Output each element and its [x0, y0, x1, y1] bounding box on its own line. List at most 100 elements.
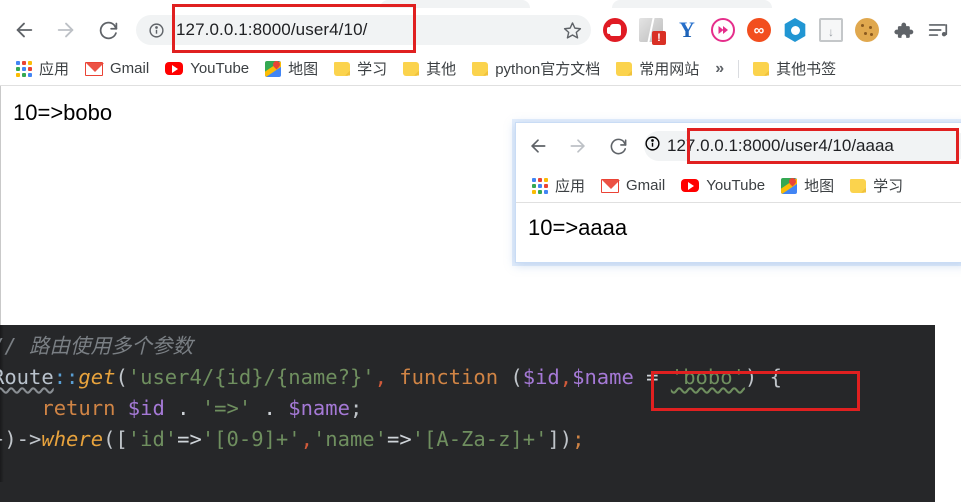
- browser-tab-active[interactable]: [612, 0, 772, 8]
- arrow-left-icon: [528, 136, 548, 156]
- code-token: ([: [103, 427, 128, 451]
- bookmark-label: YouTube: [190, 60, 250, 77]
- code-token: Route: [0, 365, 54, 389]
- code-editor-panel[interactable]: // 路由使用多个参数Route::get('user4/{id}/{name?…: [0, 325, 935, 502]
- bookmark-label: Gmail: [626, 177, 666, 194]
- code-line[interactable]: Route::get('user4/{id}/{name?}', functio…: [0, 362, 782, 393]
- code-line[interactable]: return $id . '=>' . $name;: [0, 393, 782, 424]
- address-bar-url-second[interactable]: 127.0.0.1:8000/user4/10/aaaa: [661, 136, 894, 156]
- bookmark-maps[interactable]: 地图: [257, 56, 326, 82]
- folder-icon: [850, 178, 867, 193]
- gmail-icon: [85, 61, 105, 76]
- download-arrow-glyph: ↓: [828, 25, 834, 39]
- code-token: 'name': [312, 427, 387, 451]
- hexagon-icon[interactable]: [784, 18, 806, 42]
- bookmark-star-icon[interactable]: [555, 15, 589, 45]
- code-token: (: [510, 365, 523, 389]
- code-token: })->: [0, 427, 42, 451]
- code-token: =>: [387, 427, 412, 451]
- code-token: ::: [53, 365, 79, 389]
- code-token: =: [633, 365, 671, 389]
- bookmark-apps[interactable]: 应用: [524, 173, 593, 199]
- site-info-icon[interactable]: [142, 16, 170, 44]
- bookmark-label: 学习: [873, 178, 904, 195]
- bookmark-label: Gmail: [110, 60, 150, 77]
- menu-music-icon[interactable]: [927, 18, 951, 42]
- broken-extension-icon[interactable]: !: [639, 18, 666, 45]
- code-line[interactable]: // 路由使用多个参数: [0, 331, 782, 362]
- gmail-icon: [601, 178, 621, 193]
- bookmark-folder-common-sites[interactable]: 常用网站: [608, 56, 707, 82]
- arrow-left-icon: [13, 19, 35, 41]
- bookmark-other-bookmarks[interactable]: 其他书签: [745, 56, 844, 82]
- bookmark-folder-study[interactable]: 学习: [326, 56, 395, 82]
- cookie-chip: [870, 33, 873, 36]
- bookmark-apps[interactable]: 应用: [8, 56, 77, 82]
- code-token: ;: [349, 396, 363, 420]
- code-token: ;: [572, 427, 585, 451]
- site-info-icon[interactable]: [644, 135, 661, 157]
- code-token: function: [386, 365, 511, 389]
- code-line[interactable]: })->where(['id'=>'[0-9]+','name'=>'[A-Za…: [0, 424, 782, 455]
- code-token: return: [41, 396, 116, 420]
- bookmark-youtube[interactable]: YouTube: [157, 56, 257, 82]
- adblock-icon[interactable]: [603, 18, 627, 42]
- folder-icon: [472, 61, 489, 76]
- error-badge: !: [652, 31, 666, 45]
- bookmark-folder-study[interactable]: 学习: [842, 173, 911, 199]
- apps-grid-icon: [16, 60, 32, 77]
- puzzle-extensions-icon[interactable]: [891, 18, 915, 42]
- y-extension-icon[interactable]: Y: [675, 18, 699, 42]
- back-button-second[interactable]: [520, 128, 556, 164]
- bookmark-label: 常用网站: [639, 61, 700, 78]
- forward-button-second[interactable]: [560, 128, 596, 164]
- bookmark-label: python官方文档: [495, 61, 601, 78]
- bookmark-maps[interactable]: 地图: [773, 173, 842, 199]
- back-button[interactable]: [6, 12, 42, 48]
- bookmark-label: 地图: [288, 61, 319, 78]
- youtube-icon: [681, 179, 700, 192]
- cookie-chip: [864, 32, 867, 35]
- folder-icon: [403, 61, 420, 76]
- forward-button[interactable]: [48, 12, 84, 48]
- bookmarks-overflow-button[interactable]: »: [707, 60, 732, 78]
- address-bar-second[interactable]: 127.0.0.1:8000/user4/10/aaaa: [644, 131, 961, 161]
- bookmark-label: 学习: [357, 61, 388, 78]
- maps-icon: [265, 60, 282, 77]
- code-token: $id: [127, 396, 165, 420]
- editor-bottom-strip: [0, 482, 935, 502]
- reload-button-second[interactable]: [600, 128, 636, 164]
- bookmark-gmail[interactable]: Gmail: [77, 56, 157, 82]
- code-token: 'bobo': [670, 365, 745, 389]
- bookmark-label: YouTube: [706, 177, 766, 194]
- bookmarks-bar-second: 应用 Gmail YouTube 地图 学习: [516, 169, 961, 203]
- folder-icon: [334, 61, 351, 76]
- infinity-icon[interactable]: ∞: [747, 18, 771, 42]
- code-content[interactable]: // 路由使用多个参数Route::get('user4/{id}/{name?…: [0, 331, 782, 455]
- code-token: (: [115, 365, 128, 389]
- youtube-icon: [165, 62, 184, 75]
- browser-tab-inactive[interactable]: [380, 0, 530, 8]
- code-token: $name: [288, 396, 350, 420]
- code-token: .: [251, 396, 289, 420]
- fast-forward-icon[interactable]: [711, 18, 735, 42]
- bookmark-youtube[interactable]: YouTube: [673, 173, 773, 199]
- address-bar[interactable]: 127.0.0.1:8000/user4/10/: [136, 15, 591, 45]
- bookmark-folder-python-docs[interactable]: python官方文档: [464, 56, 608, 82]
- download-icon[interactable]: ↓: [819, 18, 843, 42]
- bookmarks-bar: 应用 Gmail YouTube 地图 学习 其他 python官方文档 常用网…: [0, 52, 961, 86]
- code-token: 'user4/{id}/{name?}': [127, 365, 375, 389]
- apps-grid-icon: [532, 177, 548, 194]
- code-token: 'id': [127, 427, 178, 451]
- bookmark-gmail[interactable]: Gmail: [593, 173, 673, 199]
- bookmark-label: 应用: [555, 178, 586, 195]
- bookmark-folder-other[interactable]: 其他: [395, 56, 464, 82]
- cookie-chip: [869, 26, 872, 29]
- address-bar-url[interactable]: 127.0.0.1:8000/user4/10/: [170, 20, 555, 40]
- browser-window-second[interactable]: 127.0.0.1:8000/user4/10/aaaa 应用 Gmail Yo…: [515, 122, 961, 263]
- reload-button[interactable]: [90, 12, 126, 48]
- tab-strip[interactable]: [0, 0, 961, 8]
- code-token: ,: [374, 365, 387, 389]
- cookie-icon[interactable]: [855, 18, 879, 42]
